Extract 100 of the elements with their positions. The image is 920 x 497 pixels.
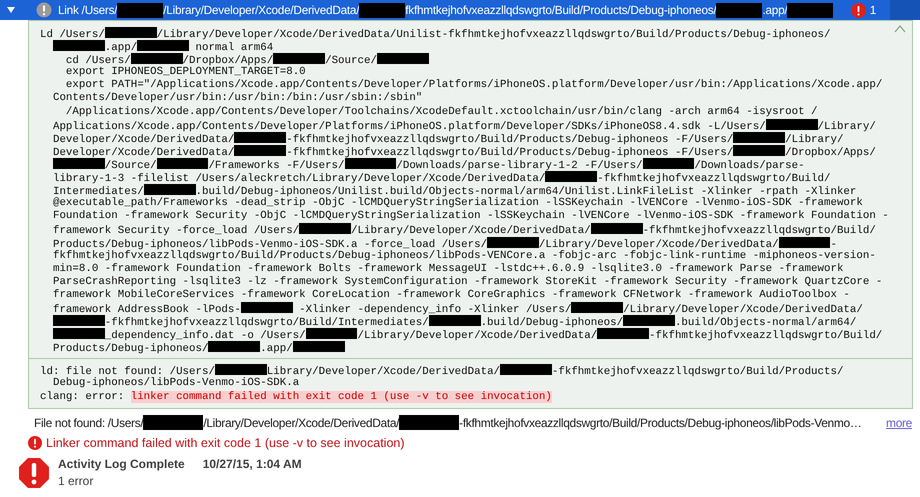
- issue-count: 1: [870, 3, 876, 17]
- log-text: framework Security -force_load /Users/: [52, 225, 300, 238]
- redacted-block: [733, 144, 786, 156]
- log-text: Products/Debug-iphoneos/: [52, 343, 208, 356]
- redacted-block: [234, 132, 286, 143]
- timestamp: 10/27/15, 1:04 AM: [202, 456, 302, 471]
- log-text: .app/: [104, 42, 138, 54]
- log-text: clang: error:: [40, 390, 126, 403]
- redacted-block: [545, 171, 598, 182]
- error-message: Linker command failed with exit code 1 (use -v to see invocation): [46, 436, 405, 450]
- redacted-block: [292, 341, 345, 352]
- log-text: -fkfhmtkejhofvxeazzllqdswgrto/Build/Products/Debug-iphoneos -F/Users/: [286, 146, 734, 159]
- log-text: -: [830, 238, 837, 250]
- log-text: Debug-iphoneos/libPods-Venmo-iOS-SDK.a: [52, 377, 300, 390]
- redacted-block: [597, 328, 650, 340]
- log-text: @executable_path/Frameworks -dead_strip -ObjC -lCMDQueryStringSerialization -lSSKeychain -lVENCore -lVenmo-iOS-SDK -framework: [52, 197, 863, 210]
- log-text: Intermediates/: [52, 186, 144, 198]
- redacted-block: [52, 158, 105, 169]
- log-text: cd /Users/: [64, 55, 131, 68]
- issue-text: File not found: /Users/: [34, 416, 144, 430]
- info-icon: [36, 2, 52, 18]
- log-text: Products/Debug-iphoneos/libPods-Venmo-iOS-SDK.a -force_load /Users/: [52, 238, 488, 250]
- log-text: ld: file not found: /Users/: [40, 366, 215, 378]
- log-text: export IPHONEOS_DEPLOYMENT_TARGET=8.0: [64, 66, 306, 78]
- redacted-block: [623, 315, 675, 326]
- log-text: -fkfhmtkejhofvxeazzllqdswgrto/Build/: [642, 225, 876, 238]
- log-text: /Library/Developer/Xcode/DerivedData/: [623, 304, 863, 316]
- log-text: /Library/: [785, 134, 844, 146]
- error-octagon-icon: [18, 456, 50, 489]
- redacted-block: [52, 40, 105, 52]
- redacted-block: [571, 302, 624, 313]
- row-title: /Library/Developer/Xcode/DerivedData/: [163, 3, 360, 17]
- log-text: /Source/: [325, 55, 377, 68]
- log-text: /Library/Developer/Xcode/DerivedData/: [538, 238, 779, 250]
- redacted-block: [778, 236, 830, 248]
- redacted-block: [500, 364, 552, 376]
- redacted-block: [143, 415, 204, 430]
- log-text: /Library/Developer/Xcode/DerivedData/Unilist-fkfhmtkejhofvxeazzllqdswgrto/Build/Products/Debug-iphoneos/: [156, 29, 830, 41]
- log-text: .app/: [260, 343, 293, 356]
- error-count: 1 error: [58, 474, 94, 488]
- summary-title: Activity Log Complete: [58, 456, 185, 471]
- log-text: fkfhmtkejhofvxeazzllqdswgrto/Build/Products/Debug-iphoneos/libPods-VENCore.a -fobjc-arc -fobjc-link-runtime -miphoneos-version-: [52, 250, 876, 262]
- log-text: /Library/Developer/Xcode/DerivedData/: [357, 330, 598, 342]
- redacted-block: [399, 415, 460, 430]
- redacted-block: [299, 223, 351, 234]
- error-highlight: linker command failed with exit code 1 (use -v to see invocation): [130, 390, 552, 403]
- redacted-block: [137, 40, 190, 52]
- log-text: Developer/Xcode/DerivedData/: [52, 146, 234, 159]
- selected-row[interactable]: Link /Users/ /Library/Developer/Xcode/DerivedData/ fkfhmtkejhofvxeazzllqdswgrto/Build/Products/Debug-iphoneos/ .app/ 1: [0, 0, 920, 20]
- log-text: -fkfhmtkejhofvxeazzllqdswgrto/Build/Products/Debug-iphoneos -F/Users/: [286, 134, 734, 146]
- row-title: Link /Users/: [58, 3, 118, 17]
- redacted-block: [234, 144, 286, 156]
- log-text: framework AddressBook -lPods-: [52, 304, 241, 316]
- redacted-block: [52, 328, 105, 340]
- disclosure-triangle-icon[interactable]: [6, 5, 16, 15]
- log-text: min=8.0 -framework Foundation -framework Bolts -framework MessageUI -lstdc++.6.0.9 -lsqlite3.0 -framework Parse -framework: [52, 262, 844, 275]
- log-text: normal arm64: [194, 42, 274, 54]
- redacted-block: [787, 2, 834, 18]
- redacted-block: [766, 118, 818, 130]
- redacted-block: [156, 158, 208, 169]
- log-text: .build/Objects-normal/arm64/: [674, 317, 856, 330]
- log-text: Developer/Xcode/DerivedData/: [52, 134, 234, 146]
- redacted-block: [344, 158, 396, 169]
- redacted-block: [428, 315, 481, 326]
- row-title: fkfhmtkejhofvxeazzllqdswgrto/Build/Products/Debug-iphoneos/: [405, 3, 716, 17]
- log-text: -fkfhmtkejhofvxeazzllqdswgrto/Build/: [649, 330, 882, 342]
- log-text: Contents/Developer/usr/bin:/usr/bin:/bin:/usr/sbin:/sbin": [52, 92, 422, 104]
- log-text: library-1-3 -filelist /Users/aleckretch/Library/Developer/Xcode/DerivedData/: [52, 173, 546, 186]
- log-text: -fkfhmtkejhofvxeazzllqdswgrto/Build/: [597, 173, 830, 186]
- redacted-block: [130, 53, 183, 64]
- log-text: /Library/Developer/Xcode/DerivedData/: [351, 225, 591, 238]
- redacted-block: [52, 315, 105, 326]
- log-text: framework MobileCoreServices -framework CoreLocation -framework CoreGraphics -framework CFNetwork -framework AudioToolbox -: [52, 288, 850, 301]
- redacted-block: [376, 53, 429, 64]
- log-text: /Downloads/parse-: [694, 160, 805, 172]
- redacted-block: [208, 341, 260, 352]
- redacted-block: [214, 364, 267, 376]
- log-text: -fkfhmtkejhofvxeazzllqdswgrto/Build/Products/: [552, 366, 844, 378]
- log-text: /Applications/Xcode.app/Contents/Developer/Toolchains/XcodeDefault.xctoolchain/usr/bin/clang -arch arm64 -isysroot /: [64, 106, 818, 118]
- redacted-block: [716, 2, 762, 18]
- log-text: export PATH="/Applications/Xcode.app/Contents/Developer/Platforms/iPhoneOS.platform/Developer/usr/bin:/Applications/Xcode.app/: [64, 79, 882, 92]
- log-text: /Dropbox/Apps/: [182, 55, 274, 68]
- redacted-block: [240, 302, 293, 313]
- log-text: /Source/: [104, 160, 157, 172]
- redacted-block: [359, 2, 406, 18]
- log-text: /Dropbox/Apps/: [785, 146, 876, 159]
- log-text: Ld /Users/: [40, 29, 105, 41]
- log-text: Applications/Xcode.app/Contents/Developer/Platforms/iPhoneOS.platform/Developer/SDKs/iPhoneOS8.4.sdk -L/Users/: [52, 120, 766, 133]
- row-title: .app/: [762, 3, 788, 17]
- redacted-block: [590, 223, 643, 234]
- more-link[interactable]: more: [886, 416, 912, 430]
- redacted-block: [117, 2, 164, 18]
- redacted-block: [733, 132, 786, 143]
- log-text: /Downloads/parse-library-1-2 -F/Users/: [396, 160, 643, 172]
- error-icon: [850, 2, 866, 18]
- log-text: -fkfhmtkejhofvxeazzllqdswgrto/Build/Intermediates/: [104, 317, 429, 330]
- redacted-block: [306, 328, 358, 340]
- issue-text: -fkfhmtkejhofvxeazzllqdswgrto/Build/Products/Debug-iphoneos/libPods-Venmo…: [459, 416, 862, 430]
- redacted-block: [273, 53, 326, 64]
- log-text: .build/Debug-iphoneos/Unilist.build/Objects-normal/arm64/Unilist.LinkFileList -Xlinker -rpath -Xlinker: [196, 186, 856, 198]
